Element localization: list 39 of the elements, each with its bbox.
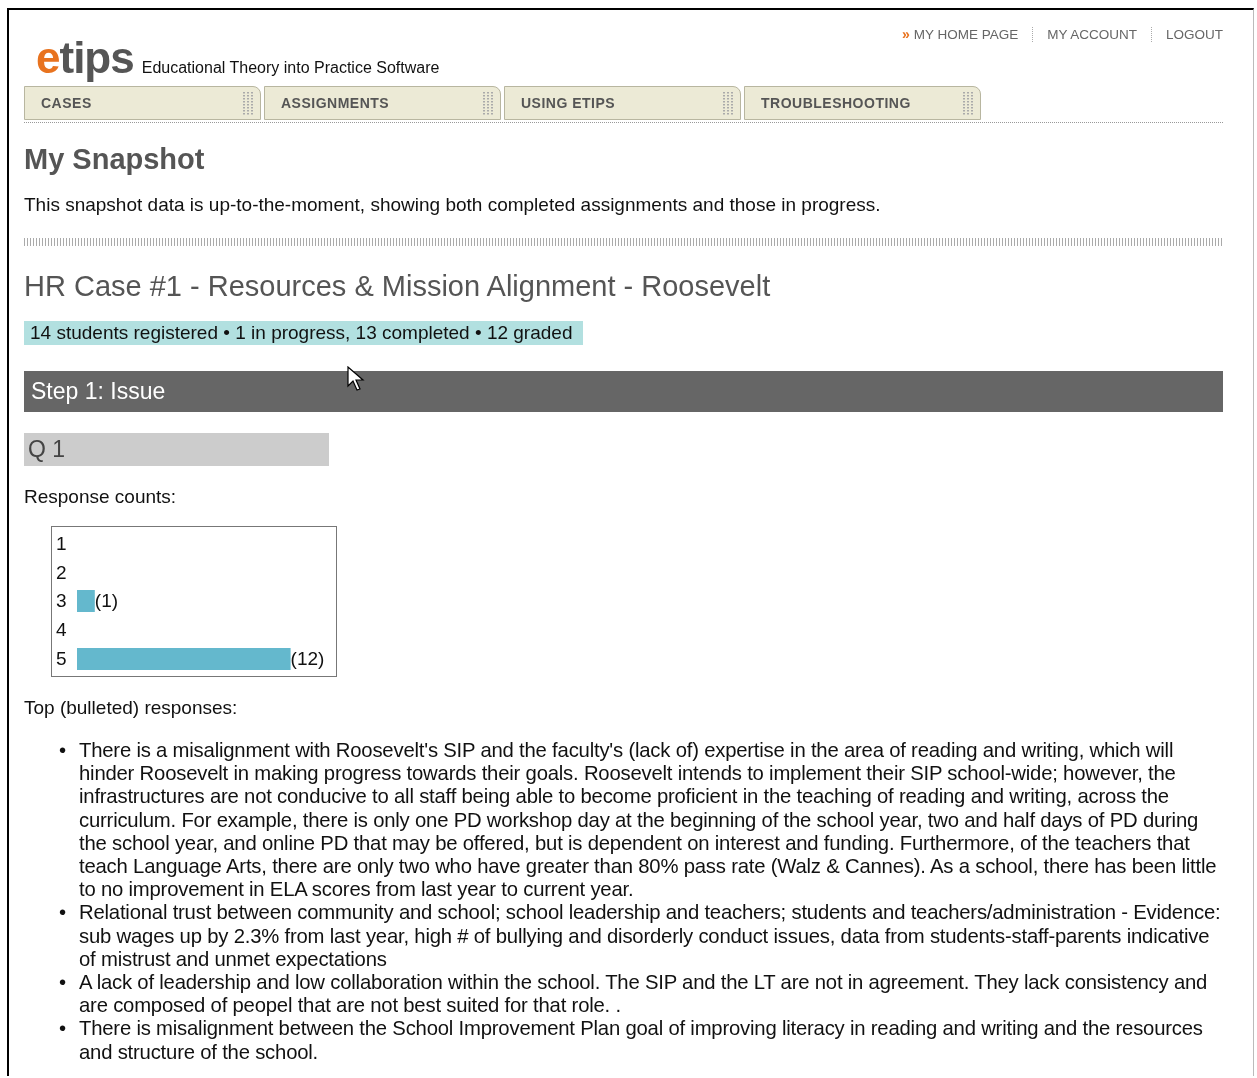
value-label: (12) bbox=[290, 647, 325, 670]
category-label: 4 bbox=[56, 619, 68, 642]
nav-tab[interactable]: USING ETIPS bbox=[504, 86, 741, 120]
question-header: Q 1 bbox=[24, 433, 329, 466]
response-item: There is misalignment between the School Improvement Plan goal of improving literacy in reading and writing and the resources and structure of the school. bbox=[79, 1017, 1204, 1064]
nav-tab[interactable]: TROUBLESHOOTING bbox=[744, 86, 981, 120]
category-label: 1 bbox=[56, 533, 68, 556]
bullet: • bbox=[59, 738, 67, 763]
nav-tab[interactable]: ASSIGNMENTS bbox=[264, 86, 501, 120]
bullet: • bbox=[59, 971, 67, 995]
intro-text: This snapshot data is up-to-the-moment, showing both completed assignments and those in progress. bbox=[24, 194, 882, 216]
category-label: 2 bbox=[56, 561, 68, 584]
category-label: 3 bbox=[56, 590, 68, 613]
bullet: • bbox=[59, 901, 67, 926]
case-title: HR Case #1 - Resources & Mission Alignment - Roosevelt bbox=[24, 270, 772, 303]
nav-link[interactable]: » MY HOME PAGE bbox=[887, 26, 1033, 42]
stats-summary: 14 students registered • 1 in progress, 13 completed • 12 graded bbox=[24, 321, 584, 345]
grip-icon bbox=[243, 90, 254, 116]
cursor-icon bbox=[347, 366, 365, 392]
bullet: • bbox=[59, 1017, 67, 1042]
nav-tab[interactable]: CASES bbox=[24, 86, 261, 120]
step-header: Step 1: Issue bbox=[24, 371, 1223, 412]
value-label: (1) bbox=[94, 590, 119, 613]
response-item: There is a misalignment with Roosevelt's SIP and the faculty's (lack of) expertise in the area of reading and writing, which will hinder Roosevelt in making progress towards their goals. Roosevelt intends to implement their SIP school-wide; however, the infrastructures are not conducive to all staff being able to become proficient in the teaching of reading and writing, across the curriculum. For example, there is only one PD workshop day at the beginning of the school year, two and half days of PD during the school year, and online PD that may be offered, but is dependent on interest and funding. Furthermore, of the teachers that teach Language Arts, there are only two who have greater than 80% pass rate (Walz & Cannes). As a school, there has been little to no improvement in ELA scores from last year to current year. bbox=[79, 738, 1218, 902]
grip-icon bbox=[963, 90, 974, 116]
chevron-icon: » bbox=[901, 26, 910, 42]
bar bbox=[77, 590, 95, 613]
responses-label: Top (bulleted) responses: bbox=[24, 696, 239, 719]
response-item: Relational trust between community and school; school leadership and teachers; students and teachers/administration - Evidence: sub wages up by 2.3% from last year, high # of bullying and disorderly conduct issues, data from students-staff-parents indicative of mistrust and unmet expectations bbox=[79, 901, 1222, 971]
response-item: A lack of leadership and low collaboration within the school. The SIP and the LT are not in agreement. They lack consistency and are composed of peopel that are not best suited for that role. . bbox=[79, 971, 1209, 1018]
page-title: My Snapshot bbox=[24, 143, 206, 176]
category-label: 5 bbox=[56, 647, 68, 670]
nav-link[interactable]: MY ACCOUNT bbox=[1032, 26, 1151, 42]
nav-link[interactable]: LOGOUT bbox=[1151, 26, 1223, 42]
grip-icon bbox=[723, 90, 734, 116]
logo: etips bbox=[36, 36, 134, 80]
grip-icon bbox=[483, 90, 494, 116]
counts-label: Response counts: bbox=[24, 486, 178, 508]
tagline: Educational Theory into Practice Software bbox=[141, 59, 440, 77]
